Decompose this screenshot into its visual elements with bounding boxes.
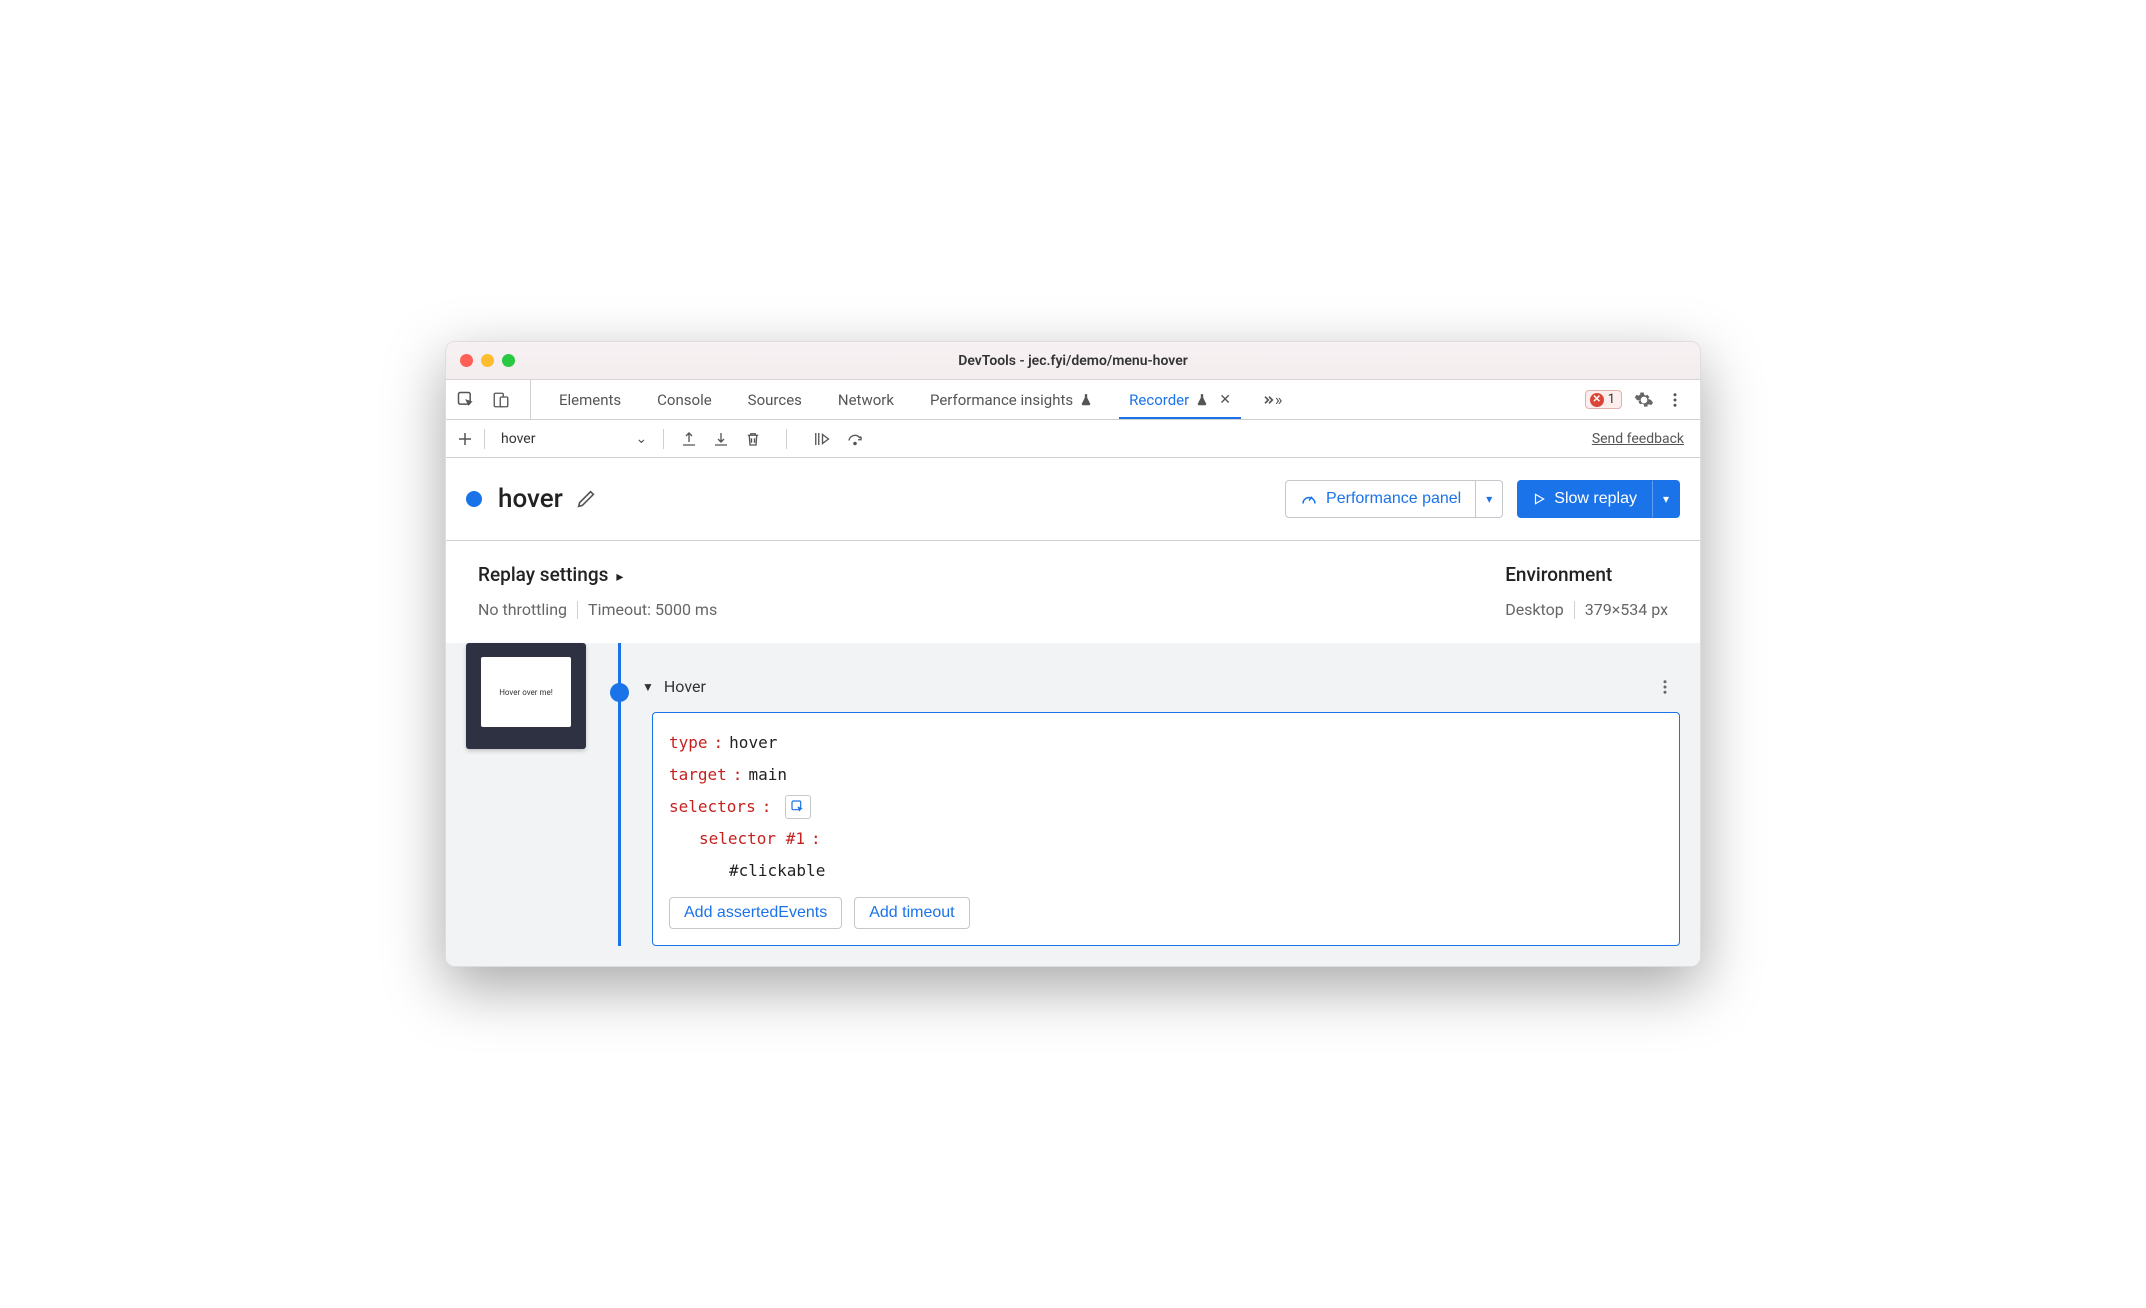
- recording-name: hover: [498, 484, 563, 514]
- gear-icon[interactable]: [1634, 390, 1654, 410]
- recording-select[interactable]: hover ⌄: [495, 431, 653, 447]
- tab-performance-insights[interactable]: Performance insights: [912, 380, 1111, 419]
- prop-type-label: type: [669, 727, 708, 759]
- traffic-lights: [460, 354, 515, 367]
- slow-replay-button[interactable]: Slow replay: [1517, 480, 1652, 518]
- titlebar: DevTools - jec.fyi/demo/menu-hover: [446, 342, 1700, 380]
- play-icon: [1532, 492, 1546, 506]
- tab-sources[interactable]: Sources: [730, 380, 820, 419]
- close-window-button[interactable]: [460, 354, 473, 367]
- new-recording-button[interactable]: [456, 430, 474, 448]
- flask-icon: [1079, 393, 1093, 407]
- step-over-icon[interactable]: [845, 430, 865, 448]
- device-toggle-icon[interactable]: [492, 390, 510, 410]
- minimize-window-button[interactable]: [481, 354, 494, 367]
- performance-panel-button[interactable]: Performance panel: [1285, 480, 1476, 518]
- device-value: Desktop: [1505, 600, 1564, 619]
- timeout-value: Timeout: 5000 ms: [588, 600, 717, 619]
- step-header[interactable]: ▼ Hover: [642, 677, 1680, 696]
- dimensions-value: 379×534 px: [1585, 600, 1668, 619]
- prop-target-value[interactable]: main: [748, 759, 787, 791]
- error-badge[interactable]: ✕ 1: [1585, 390, 1622, 409]
- edit-name-icon[interactable]: [575, 488, 597, 510]
- recording-status-dot: [466, 491, 482, 507]
- step-body: type: hover target: main selectors: sele…: [652, 712, 1680, 946]
- add-timeout-button[interactable]: Add timeout: [854, 897, 969, 929]
- selector-1-value[interactable]: #clickable: [729, 855, 825, 887]
- tabs: Elements Console Sources Network Perform…: [531, 380, 1585, 419]
- step-thumbnail[interactable]: Hover over me!: [466, 643, 586, 749]
- export-icon[interactable]: [680, 430, 698, 448]
- devtools-window: DevTools - jec.fyi/demo/menu-hover Eleme…: [445, 341, 1701, 967]
- delete-icon[interactable]: [744, 430, 762, 448]
- timeline-step-marker[interactable]: [610, 683, 629, 702]
- timeline: Hover over me! ▼ Hover type: hover targe…: [446, 643, 1700, 966]
- thumbnail-label: Hover over me!: [481, 657, 571, 727]
- tab-recorder[interactable]: Recorder ✕: [1111, 380, 1249, 419]
- throttling-value: No throttling: [478, 600, 567, 619]
- close-tab-icon[interactable]: ✕: [1219, 392, 1231, 408]
- kebab-menu-icon[interactable]: [1666, 391, 1684, 409]
- maximize-window-button[interactable]: [502, 354, 515, 367]
- tab-console[interactable]: Console: [639, 380, 730, 419]
- collapse-icon: ▼: [642, 680, 654, 694]
- import-icon[interactable]: [712, 430, 730, 448]
- error-count: 1: [1608, 392, 1615, 407]
- tab-elements[interactable]: Elements: [541, 380, 639, 419]
- error-icon: ✕: [1590, 393, 1604, 407]
- element-picker-button[interactable]: [785, 795, 811, 819]
- replay-settings-toggle[interactable]: Replay settings: [478, 563, 717, 586]
- step-play-icon[interactable]: [811, 430, 831, 448]
- panel-tabbar: Elements Console Sources Network Perform…: [446, 380, 1700, 420]
- gauge-icon: [1300, 490, 1318, 508]
- step-kebab-icon[interactable]: [1656, 678, 1680, 696]
- settings-row: Replay settings No throttling Timeout: 5…: [446, 541, 1700, 643]
- tab-network[interactable]: Network: [820, 380, 912, 419]
- step-title: Hover: [664, 677, 706, 696]
- more-tabs-icon[interactable]: »: [1259, 390, 1283, 409]
- window-title: DevTools - jec.fyi/demo/menu-hover: [958, 353, 1188, 369]
- chevron-down-icon: ⌄: [635, 431, 647, 447]
- send-feedback-link[interactable]: Send feedback: [1592, 431, 1690, 447]
- chevron-right-icon: [616, 563, 623, 586]
- prop-target-label: target: [669, 759, 727, 791]
- add-asserted-events-button[interactable]: Add assertedEvents: [669, 897, 842, 929]
- chevron-down-icon: [1663, 490, 1669, 508]
- recorder-toolbar: hover ⌄ Send feedback: [446, 420, 1700, 458]
- environment-title: Environment: [1505, 563, 1668, 586]
- recording-select-value: hover: [501, 431, 535, 447]
- performance-panel-caret[interactable]: [1476, 480, 1503, 518]
- inspect-element-icon[interactable]: [456, 390, 476, 410]
- selector-1-label: selector #1: [699, 823, 805, 855]
- recording-header: hover Performance panel Slow replay: [446, 458, 1700, 541]
- prop-selectors-label: selectors: [669, 791, 756, 823]
- slow-replay-caret[interactable]: [1652, 480, 1680, 518]
- prop-type-value[interactable]: hover: [729, 727, 777, 759]
- chevron-down-icon: [1486, 490, 1492, 508]
- flask-icon: [1195, 393, 1209, 407]
